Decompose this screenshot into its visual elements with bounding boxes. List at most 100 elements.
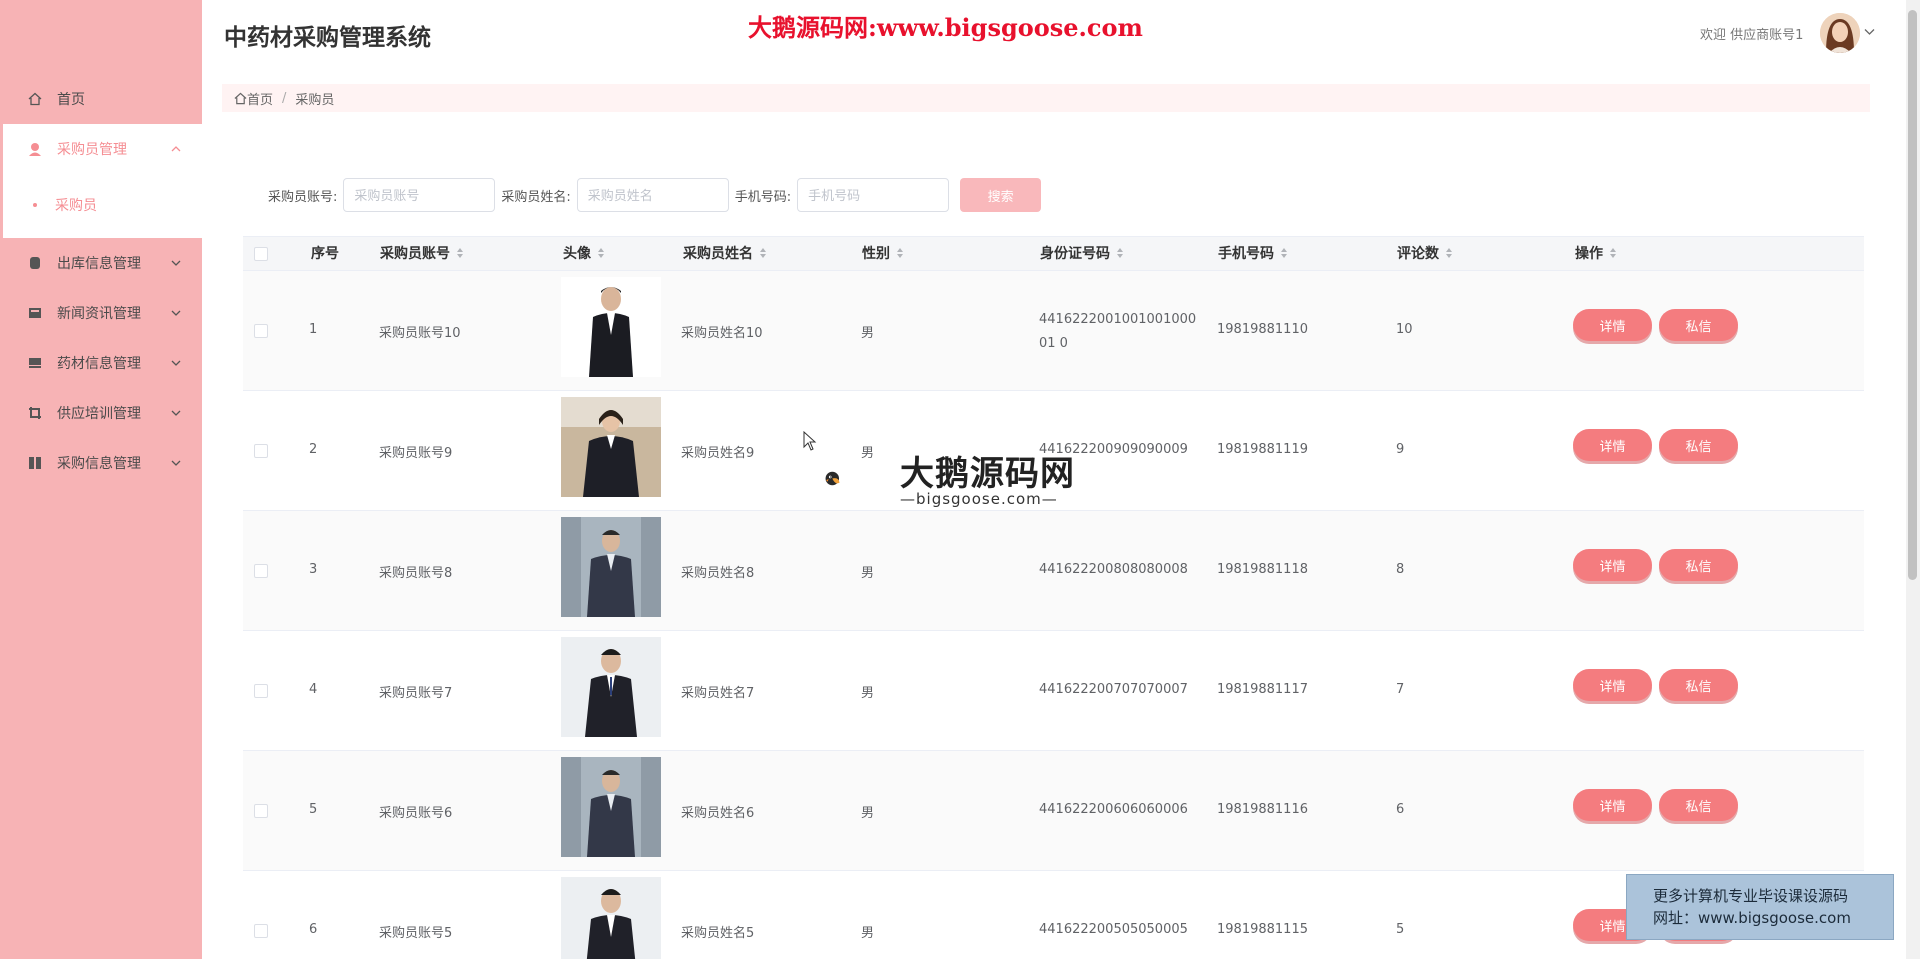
mouse-cursor-icon (803, 431, 817, 451)
buyer-table: 序号 采购员账号 头像 采购员姓名 性别 身份证号码 手机号码 评论数 操作 1… (243, 236, 1864, 959)
sidebar-item-herbs[interactable]: 药材信息管理 (3, 338, 202, 388)
detail-button[interactable]: 详情 (1573, 669, 1652, 701)
news-icon (27, 305, 43, 321)
col-header-comments[interactable]: 评论数 (1397, 237, 1453, 271)
sidebar-item-news[interactable]: 新闻资讯管理 (3, 288, 202, 338)
cell-phone: 19819881115 (1217, 922, 1308, 937)
sort-icon[interactable] (1609, 247, 1617, 259)
breadcrumb-home[interactable]: 首页 (247, 89, 273, 108)
sidebar-item-training[interactable]: 供应培训管理 (3, 388, 202, 438)
message-button[interactable]: 私信 (1659, 669, 1738, 701)
sort-icon[interactable] (456, 247, 464, 259)
sidebar-item-buyer-management[interactable]: 采购员管理 (3, 124, 202, 174)
detail-button[interactable]: 详情 (1573, 309, 1652, 341)
sort-icon[interactable] (597, 247, 605, 259)
ad-line-2: 网址：www.bigsgoose.com (1653, 909, 1851, 927)
sort-icon[interactable] (759, 247, 767, 259)
cell-gender: 男 (861, 326, 875, 341)
message-button[interactable]: 私信 (1659, 789, 1738, 821)
home-icon (27, 91, 43, 107)
cell-account: 采购员账号8 (379, 566, 453, 581)
table-row: 1 采购员账号10 采购员姓名10 男 44162220010010010000… (243, 271, 1864, 391)
box-icon (27, 255, 43, 271)
row-checkbox[interactable] (254, 324, 268, 338)
message-button[interactable]: 私信 (1659, 429, 1738, 461)
chevron-up-icon (171, 146, 181, 152)
col-header-label: 采购员账号 (380, 246, 450, 262)
sort-icon[interactable] (1116, 247, 1124, 259)
sort-icon[interactable] (1280, 247, 1288, 259)
bullet-icon (33, 203, 37, 207)
message-button[interactable]: 私信 (1659, 549, 1738, 581)
cell-phone: 19819881116 (1217, 802, 1308, 817)
cell-idcard: 441622200606060006 (1039, 802, 1188, 817)
col-header-account[interactable]: 采购员账号 (380, 237, 464, 271)
sort-icon[interactable] (896, 247, 904, 259)
sidebar-item-outbound[interactable]: 出库信息管理 (3, 238, 202, 288)
col-header-label: 身份证号码 (1040, 246, 1110, 262)
table-row: 6 采购员账号5 采购员姓名5 男 441622200505050005 198… (243, 871, 1864, 959)
row-checkbox[interactable] (254, 684, 268, 698)
col-header-label: 采购员姓名 (683, 246, 753, 262)
sort-icon[interactable] (1445, 247, 1453, 259)
account-search-input[interactable] (343, 178, 496, 212)
buyer-avatar (561, 397, 661, 497)
cell-account: 采购员账号9 (379, 446, 453, 461)
header-banner: 大鹅源码网:www.bigsgoose.com (748, 13, 1143, 42)
chevron-down-icon (171, 260, 181, 266)
col-header-gender[interactable]: 性别 (862, 237, 904, 271)
message-button[interactable]: 私信 (1659, 309, 1738, 341)
cell-no: 4 (309, 682, 318, 697)
name-search-input[interactable] (576, 178, 729, 212)
sidebar-item-label: 采购信息管理 (57, 456, 141, 472)
col-header-avatar[interactable]: 头像 (563, 237, 605, 271)
goose-logo-icon (825, 471, 840, 486)
col-header-phone[interactable]: 手机号码 (1218, 237, 1288, 271)
phone-search-input[interactable] (797, 178, 950, 212)
detail-button[interactable]: 详情 (1573, 429, 1652, 461)
app-title: 中药材采购管理系统 (224, 25, 431, 51)
buyer-avatar (561, 517, 661, 617)
sidebar-item-label: 新闻资讯管理 (57, 306, 141, 322)
scrollbar-thumb[interactable] (1908, 10, 1917, 580)
sidebar-item-label: 供应培训管理 (57, 406, 141, 422)
row-checkbox[interactable] (254, 444, 268, 458)
row-checkbox[interactable] (254, 564, 268, 578)
cell-comments: 8 (1396, 562, 1405, 577)
user-icon (27, 141, 43, 157)
cell-gender: 男 (861, 686, 875, 701)
cell-no: 6 (309, 922, 318, 937)
sidebar-subitem-buyer[interactable]: 采购员 (3, 180, 202, 230)
cell-idcard: 441622200100100100001 0 (1039, 312, 1197, 351)
buyer-avatar (561, 877, 661, 959)
sidebar-item-label: 药材信息管理 (57, 356, 141, 372)
cell-idcard: 441622200808080008 (1039, 562, 1188, 577)
sidebar-item-label: 出库信息管理 (57, 256, 141, 272)
search-button[interactable]: 搜索 (960, 178, 1042, 212)
col-header-name[interactable]: 采购员姓名 (683, 237, 767, 271)
sidebar-item-purchase[interactable]: 采购信息管理 (3, 438, 202, 488)
detail-button[interactable]: 详情 (1573, 789, 1652, 821)
cell-account: 采购员账号6 (379, 806, 453, 821)
table-row: 5 采购员账号6 采购员姓名6 男 441622200606060006 198… (243, 751, 1864, 871)
col-header-label: 操作 (1575, 246, 1603, 262)
detail-button[interactable]: 详情 (1573, 549, 1652, 581)
cell-phone: 19819881110 (1217, 322, 1308, 337)
sidebar-item-home[interactable]: 首页 (3, 74, 202, 124)
col-header-label: 手机号码 (1218, 246, 1274, 262)
ad-banner[interactable]: 更多计算机专业毕设课设源码 网址：www.bigsgoose.com (1626, 874, 1894, 940)
cell-idcard: 441622200707070007 (1039, 682, 1188, 697)
row-checkbox[interactable] (254, 804, 268, 818)
purchase-icon (27, 455, 43, 471)
col-header-label: 性别 (862, 246, 890, 262)
sidebar-item-label: 首页 (57, 92, 85, 108)
col-header-idcard[interactable]: 身份证号码 (1040, 237, 1124, 271)
row-checkbox[interactable] (254, 924, 268, 938)
chevron-down-icon[interactable] (1864, 28, 1875, 36)
buyer-avatar (561, 277, 661, 377)
cell-phone: 19819881119 (1217, 442, 1308, 457)
cell-comments: 10 (1396, 322, 1413, 337)
col-header-actions[interactable]: 操作 (1575, 237, 1617, 271)
avatar[interactable] (1820, 13, 1860, 53)
select-all-checkbox[interactable] (254, 247, 268, 261)
